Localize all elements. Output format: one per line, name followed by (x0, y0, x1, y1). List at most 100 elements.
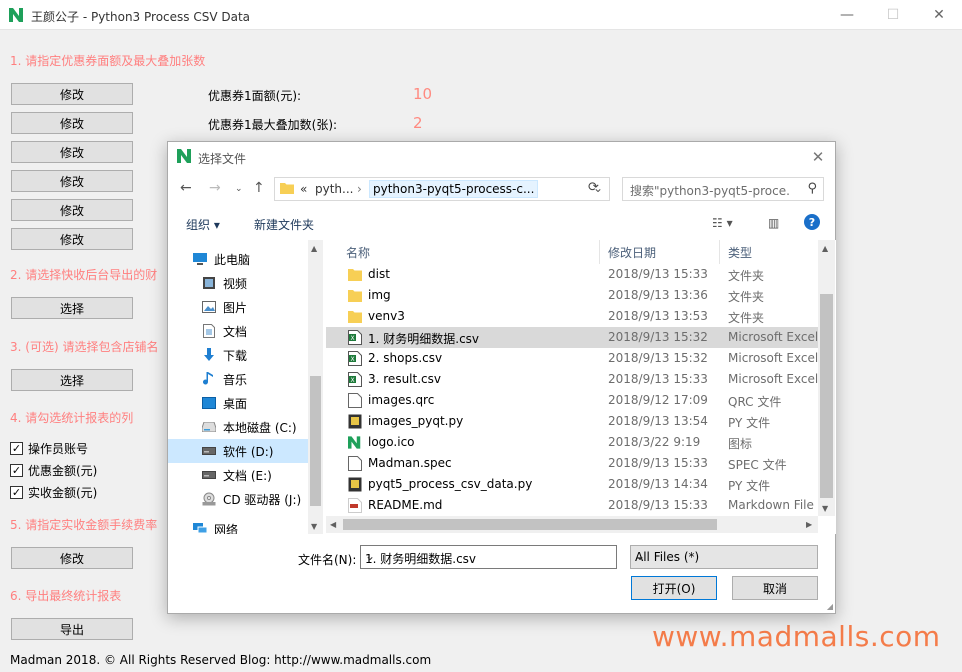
open-button[interactable]: 打开(O) (631, 576, 717, 600)
file-list-horizontal-scrollbar[interactable]: ◀ ▶ (326, 516, 818, 533)
edit-button-3[interactable]: 修改 (11, 141, 133, 163)
file-row[interactable]: README.md 2018/9/13 15:33 Markdown File (326, 495, 818, 516)
tree-item-videos[interactable]: 视频 (168, 271, 308, 295)
file-row[interactable]: images.qrc 2018/9/12 17:09 QRC 文件 (326, 390, 818, 411)
scroll-down-icon[interactable]: ▼ (311, 522, 317, 531)
file-row[interactable]: logo.ico 2018/3/22 9:19 图标 (326, 432, 818, 453)
checkbox-operator[interactable]: ✓ 操作员账号 (10, 440, 88, 457)
column-header-name[interactable]: 名称 ^ (338, 240, 600, 264)
forward-arrow-icon[interactable]: → (209, 180, 221, 196)
scroll-down-icon[interactable]: ▼ (822, 504, 828, 513)
file-list-vertical-scrollbar[interactable]: ▲ ▼ (818, 240, 835, 516)
file-name: images.qrc (368, 393, 435, 407)
edit-button-5[interactable]: 修改 (11, 199, 133, 221)
scroll-up-icon[interactable]: ▲ (311, 244, 317, 253)
file-row[interactable]: img 2018/9/13 13:36 文件夹 (326, 285, 818, 306)
new-folder-button[interactable]: 新建文件夹 (254, 216, 314, 233)
tree-item-downloads[interactable]: 下载 (168, 343, 308, 367)
file-row[interactable]: dist 2018/9/13 15:33 文件夹 (326, 264, 818, 285)
search-icon[interactable]: ⚲ (807, 181, 817, 196)
computer-icon (192, 251, 208, 267)
music-icon (201, 371, 217, 387)
scroll-up-icon[interactable]: ▲ (822, 244, 828, 253)
checkbox-label: 实收金额(元) (28, 486, 98, 500)
file-date: 2018/9/13 13:53 (608, 309, 708, 323)
view-options-icon[interactable]: ☷ ▾ (712, 216, 733, 230)
refresh-icon[interactable]: ⟳ (588, 180, 599, 195)
column-header-date[interactable]: 修改日期 (600, 240, 720, 264)
chevron-down-icon[interactable]: ⌄ (365, 549, 612, 563)
app-logo-icon (9, 8, 25, 25)
search-input[interactable]: 搜索"python3-pyqt5-proce... ⚲ (622, 177, 824, 201)
file-name: pyqt5_process_csv_data.py (368, 477, 533, 491)
file-row-selected[interactable]: X 1. 财务明细数据.csv 2018/9/13 15:32 Microsof… (326, 327, 818, 348)
up-arrow-icon[interactable]: ↑ (253, 180, 265, 196)
coupon-face-value: 10 (413, 85, 433, 103)
tree-item-drive-c[interactable]: 本地磁盘 (C:) (168, 415, 308, 439)
address-bar[interactable]: « pyth... › python3-pyqt5-process-c... ⌄ (274, 177, 610, 201)
checkbox-discount[interactable]: ✓ 优惠金额(元) (10, 462, 97, 479)
edit-fee-button[interactable]: 修改 (11, 547, 133, 569)
resize-grip-icon[interactable]: ◢ (827, 602, 833, 611)
edit-button-4[interactable]: 修改 (11, 170, 133, 192)
edit-button-2[interactable]: 修改 (11, 112, 133, 134)
breadcrumb-separator: › (357, 182, 362, 196)
tree-item-this-pc[interactable]: 此电脑 (168, 247, 308, 271)
filename-input[interactable]: 1. 财务明细数据.csv ⌄ (360, 545, 617, 569)
close-button[interactable]: ✕ (916, 0, 962, 30)
file-date: 2018/9/13 14:34 (608, 477, 708, 491)
scrollbar-thumb[interactable] (820, 294, 833, 498)
back-arrow-icon[interactable]: ← (180, 180, 192, 196)
tree-item-network[interactable]: 网络 (168, 517, 308, 534)
scrollbar-thumb[interactable] (343, 519, 717, 530)
tree-item-documents[interactable]: 文档 (168, 319, 308, 343)
filetype-select[interactable]: All Files (*) ⌄ (630, 545, 818, 569)
tree-item-drive-e[interactable]: 文档 (E:) (168, 463, 308, 487)
file-name: img (368, 288, 391, 302)
tree-item-drive-d[interactable]: 软件 (D:) (168, 439, 308, 463)
file-row[interactable]: images_pyqt.py 2018/9/13 13:54 PY 文件 (326, 411, 818, 432)
select-file-button[interactable]: 选择 (11, 297, 133, 319)
file-row[interactable]: venv3 2018/9/13 13:53 文件夹 (326, 306, 818, 327)
file-list: 名称 ^ 修改日期 类型 dist 2018/9/13 15:33 文件夹 im… (326, 240, 836, 534)
watermark: www.madmalls.com (652, 620, 941, 653)
cancel-button[interactable]: 取消 (732, 576, 818, 600)
file-row[interactable]: X 3. result.csv 2018/9/13 15:33 Microsof… (326, 369, 818, 390)
column-header-type[interactable]: 类型 (720, 240, 818, 264)
dialog-title-bar: 选择文件 ✕ (168, 142, 835, 172)
export-button[interactable]: 导出 (11, 618, 133, 640)
tree-label: 桌面 (223, 396, 248, 411)
document-icon (201, 323, 217, 339)
edit-button-1[interactable]: 修改 (11, 83, 133, 105)
tree-item-desktop[interactable]: 桌面 (168, 391, 308, 415)
dialog-title: 选择文件 (198, 152, 247, 166)
maximize-button[interactable]: ☐ (870, 0, 916, 30)
dialog-close-button[interactable]: ✕ (807, 146, 829, 168)
select-shops-button[interactable]: 选择 (11, 369, 133, 391)
tree-item-pictures[interactable]: 图片 (168, 295, 308, 319)
tree-item-cd-drive[interactable]: CD 驱动器 (J:) (168, 487, 308, 511)
breadcrumb-parent[interactable]: pyth... (315, 182, 353, 196)
scroll-right-icon[interactable]: ▶ (806, 520, 812, 529)
chevron-down-icon[interactable]: ⌄ (635, 549, 812, 563)
svg-text:X: X (350, 356, 354, 363)
recent-dropdown-icon[interactable]: ⌄ (235, 184, 243, 194)
help-icon[interactable]: ? (804, 214, 820, 233)
minimize-button[interactable]: — (824, 0, 870, 30)
file-row[interactable]: pyqt5_process_csv_data.py 2018/9/13 14:3… (326, 474, 818, 495)
desktop-icon (201, 395, 217, 411)
file-date: 2018/9/13 15:33 (608, 267, 708, 281)
scrollbar-thumb[interactable] (310, 376, 321, 506)
folder-icon (348, 269, 362, 281)
nav-pane-scrollbar[interactable]: ▲ ▼ (308, 240, 323, 534)
checkbox-received[interactable]: ✓ 实收金额(元) (10, 484, 97, 501)
edit-button-6[interactable]: 修改 (11, 228, 133, 250)
tree-item-music[interactable]: 音乐 (168, 367, 308, 391)
file-row[interactable]: X 2. shops.csv 2018/9/13 15:32 Microsoft… (326, 348, 818, 369)
file-row[interactable]: Madman.spec 2018/9/13 15:33 SPEC 文件 (326, 453, 818, 474)
file-name: 2. shops.csv (368, 351, 443, 365)
preview-pane-icon[interactable]: ▥ (768, 216, 779, 230)
organize-menu[interactable]: 组织 ▾ (186, 216, 220, 233)
breadcrumb-current[interactable]: python3-pyqt5-process-c... (369, 180, 539, 198)
scroll-left-icon[interactable]: ◀ (330, 520, 336, 529)
